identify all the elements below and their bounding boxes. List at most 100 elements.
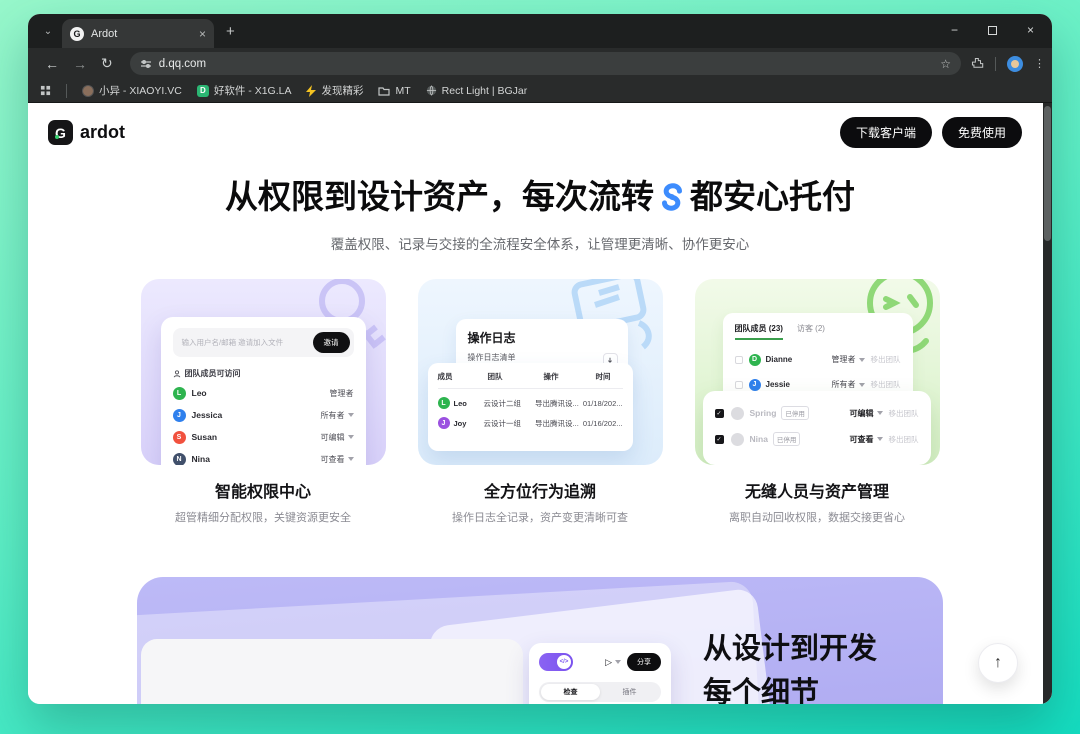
- role-dropdown[interactable]: 可编辑: [850, 408, 883, 419]
- toolbar-divider: [995, 57, 996, 71]
- chevron-down-icon: [859, 358, 865, 362]
- extensions-icon[interactable]: [971, 57, 984, 70]
- page-content: G ardot 下载客户端 免费使用 从权限到设计资产，每次流转都安心托付 覆盖…: [28, 103, 1052, 704]
- people-card-art: 团队成员 (23) 访客 (2) D Dianne 管理者 移出团队: [695, 279, 940, 465]
- arrow-up-icon: ↑: [994, 654, 1002, 672]
- globe-favicon: [426, 85, 437, 96]
- role-dropdown[interactable]: 可查看: [850, 434, 883, 445]
- forward-icon[interactable]: →: [73, 56, 87, 72]
- bookmark-item[interactable]: 发现精彩: [306, 83, 363, 98]
- play-icon[interactable]: ▷: [605, 657, 621, 668]
- feature-subtitle: 离职自动回收权限，数据交接更省心: [695, 509, 940, 525]
- member-name: Jessica: [192, 410, 223, 420]
- free-use-button[interactable]: 免费使用: [942, 117, 1022, 148]
- brand-wordmark[interactable]: ardot: [80, 122, 125, 143]
- member-role-dropdown[interactable]: 所有者: [321, 410, 354, 421]
- profile-avatar[interactable]: [1007, 56, 1023, 72]
- bookmarks-divider: [66, 84, 67, 98]
- bookmarks-bar: 小异 - XIAOYI.VC D 好软件 - X1G.LA 发现精彩 MT Re…: [28, 79, 1052, 103]
- bookmark-item[interactable]: Rect Light | BGJar: [426, 85, 528, 97]
- member-row: S Susan 可编辑: [173, 426, 354, 448]
- tab-team-members[interactable]: 团队成员 (23): [735, 323, 783, 340]
- feature-cards: 输入用户名/邮箱 邀请加入文件 邀请 团队成员可访问 L Leo 管理者: [28, 279, 1052, 525]
- remove-link[interactable]: 移出团队: [871, 379, 901, 390]
- role-dropdown[interactable]: 所有者: [832, 379, 865, 390]
- tab-inspect[interactable]: 检查: [541, 684, 600, 700]
- hero-title-part1: 从权限到设计资产，每次流转: [225, 178, 654, 215]
- scroll-to-top-button[interactable]: ↑: [978, 643, 1018, 683]
- tab-close-icon[interactable]: ×: [199, 27, 206, 41]
- checkbox-checked[interactable]: ✓: [715, 409, 724, 418]
- share-button[interactable]: 分享: [627, 653, 661, 671]
- disabled-row: ✓ Nina 已停用 可查看 移出团队: [715, 426, 919, 452]
- maximize-icon[interactable]: [988, 26, 997, 35]
- bookmark-item[interactable]: 小异 - XIAOYI.VC: [82, 83, 182, 98]
- code-mode-toggle[interactable]: </>: [539, 653, 573, 671]
- disabled-row: ✓ Spring 已停用 可编辑 移出团队: [715, 400, 919, 426]
- disabled-members-panel: ✓ Spring 已停用 可编辑 移出团队 ✓ Nina 已停用: [703, 391, 931, 465]
- feature-people-assets: 团队成员 (23) 访客 (2) D Dianne 管理者 移出团队: [695, 279, 940, 525]
- member-role-dropdown[interactable]: 可编辑: [321, 432, 354, 443]
- checkbox[interactable]: [735, 356, 743, 364]
- avatar: N: [173, 453, 186, 466]
- avatar: D: [749, 354, 761, 366]
- remove-link[interactable]: 移出团队: [889, 408, 919, 419]
- role-dropdown[interactable]: 管理者: [832, 354, 865, 365]
- status-badge: 已停用: [773, 432, 801, 446]
- browser-tab[interactable]: G Ardot ×: [62, 19, 214, 48]
- bookmark-item[interactable]: D 好软件 - X1G.LA: [197, 83, 292, 98]
- chevron-down-icon: [348, 435, 354, 439]
- close-icon[interactable]: ×: [1027, 23, 1034, 37]
- back-icon[interactable]: ←: [45, 56, 59, 72]
- address-bar[interactable]: d.qq.com ☆: [130, 52, 961, 75]
- menu-icon[interactable]: ⋮: [1034, 62, 1042, 66]
- log-table: 成员 团队 操作 时间 LLeo 云设计二组 导出腾讯设... 01/18/20…: [428, 363, 633, 451]
- panel-tabs: 检查 插件: [539, 682, 661, 702]
- tab-plugins[interactable]: 插件: [600, 684, 659, 700]
- ardot-logo-icon[interactable]: G: [48, 120, 73, 145]
- hero-subtitle: 覆盖权限、记录与交接的全流程安全体系，让管理更清晰、协作更安心: [28, 233, 1052, 253]
- member-name: Nina: [192, 454, 210, 464]
- section-heading: 从设计到开发 每个细节 都精准落地: [703, 627, 878, 704]
- member-row: L Leo 管理者: [173, 382, 354, 404]
- member-row: J Jessica 所有者: [173, 404, 354, 426]
- site-info-icon[interactable]: [140, 58, 152, 70]
- heading-line: 每个细节: [703, 671, 878, 704]
- user-icon: [173, 370, 181, 378]
- download-client-button[interactable]: 下载客户端: [840, 117, 932, 148]
- scrollbar-thumb[interactable]: [1044, 106, 1051, 241]
- new-tab-icon[interactable]: +: [226, 23, 235, 40]
- avatar: L: [173, 387, 186, 400]
- permissions-card-art: 输入用户名/邮箱 邀请加入文件 邀请 团队成员可访问 L Leo 管理者: [141, 279, 386, 465]
- checkbox-checked[interactable]: ✓: [715, 435, 724, 444]
- invite-button[interactable]: 邀请: [313, 332, 350, 353]
- remove-link[interactable]: 移出团队: [871, 354, 901, 365]
- transfer-flow-icon: [657, 182, 687, 220]
- chevron-down-icon: [348, 457, 354, 461]
- heading-line: 从设计到开发: [703, 627, 878, 671]
- bookmark-label: 发现精彩: [321, 83, 363, 98]
- avatar: J: [173, 409, 186, 422]
- apps-grid-icon[interactable]: [40, 85, 51, 96]
- bookmark-label: MT: [395, 85, 410, 97]
- invite-input[interactable]: 输入用户名/邮箱 邀请加入文件 邀请: [173, 328, 354, 357]
- checkbox[interactable]: [735, 381, 743, 389]
- chevron-down-icon: [859, 383, 865, 387]
- minimize-icon[interactable]: −: [951, 23, 958, 37]
- tab-strip: ⌄ G Ardot × + − ×: [28, 14, 1052, 48]
- avatar: J: [749, 379, 761, 391]
- reload-icon[interactable]: ↻: [101, 55, 113, 72]
- tab-guests[interactable]: 访客 (2): [797, 323, 825, 334]
- bookmark-star-icon[interactable]: ☆: [940, 57, 951, 71]
- tab-search-chevron-icon[interactable]: ⌄: [38, 21, 58, 41]
- bookmark-folder[interactable]: MT: [378, 85, 410, 97]
- member-role-dropdown[interactable]: 可查看: [321, 454, 354, 465]
- remove-link[interactable]: 移出团队: [889, 434, 919, 445]
- member-name: Nina: [750, 434, 768, 444]
- member-row: N Nina 可查看: [173, 448, 354, 465]
- avatar: J: [438, 417, 450, 429]
- hero-title: 从权限到设计资产，每次流转都安心托付: [28, 170, 1052, 220]
- scrollbar[interactable]: [1043, 103, 1052, 704]
- browser-toolbar: ← → ↻ d.qq.com ☆ ⋮: [28, 48, 1052, 79]
- design-canvas-mock: [141, 639, 523, 704]
